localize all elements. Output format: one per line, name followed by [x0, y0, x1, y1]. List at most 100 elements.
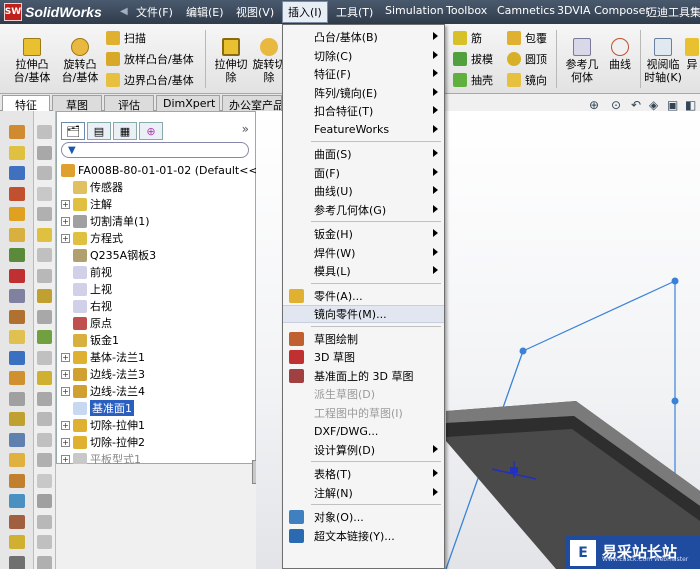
- expand-toggle-icon[interactable]: +: [61, 386, 70, 396]
- insert-menu-item[interactable]: 钣金(H): [283, 225, 444, 243]
- insert-menu-item[interactable]: 凸台/基体(B): [283, 28, 444, 46]
- tree-node[interactable]: + 方程式: [61, 230, 123, 246]
- insert-menu-item[interactable]: 扣合特征(T): [283, 102, 444, 120]
- insert-menu-item[interactable]: 切除(C): [283, 47, 444, 65]
- loft-button[interactable]: 放样凸台/基体: [106, 51, 194, 67]
- menu-insert[interactable]: 插入(I): [282, 1, 328, 23]
- tool-icon[interactable]: [9, 514, 25, 529]
- insert-menu-item[interactable]: 面(F): [283, 164, 444, 182]
- tool-icon[interactable]: [9, 432, 25, 447]
- reference-geometry-button[interactable]: 参考几 何体: [561, 38, 603, 84]
- insert-menu-item[interactable]: 注解(N): [283, 484, 444, 502]
- insert-menu-item[interactable]: 焊件(W): [283, 244, 444, 262]
- tree-node[interactable]: + 切割清单(1): [61, 213, 150, 229]
- tool-icon[interactable]: [37, 166, 52, 180]
- tool-icon[interactable]: [37, 453, 52, 467]
- dimxpert-manager-tab-icon[interactable]: ⊕: [139, 122, 163, 140]
- tree-node[interactable]: 原点: [61, 315, 112, 331]
- instant3d-button[interactable]: 视阅临 时轴(K): [644, 38, 682, 84]
- zoom-area-icon[interactable]: ⊙: [611, 98, 621, 112]
- display-style-icon[interactable]: ◧: [685, 98, 696, 112]
- tool-icon[interactable]: [37, 473, 52, 488]
- plane-handle[interactable]: [519, 347, 527, 355]
- menu-tools[interactable]: 工具(T): [336, 4, 373, 20]
- section-view-icon[interactable]: ◈: [649, 98, 658, 112]
- curves-button[interactable]: 曲线: [605, 38, 635, 71]
- tool-icon[interactable]: [9, 412, 25, 426]
- tool-icon[interactable]: [9, 555, 25, 569]
- tool-icon[interactable]: [37, 248, 52, 262]
- tool-icon[interactable]: [9, 268, 25, 283]
- expand-toggle-icon[interactable]: +: [61, 233, 70, 243]
- tree-node[interactable]: Q235A钢板3: [61, 247, 156, 263]
- insert-menu-item[interactable]: 工程图中的草图(I): [283, 404, 444, 422]
- feature-manager-tab-icon[interactable]: 🗂: [61, 122, 85, 140]
- insert-menu-item[interactable]: 特征(F): [283, 65, 444, 83]
- tool-icon[interactable]: [37, 371, 52, 385]
- tool-icon[interactable]: [37, 289, 52, 303]
- menu-view[interactable]: 视图(V): [236, 4, 274, 20]
- tree-node[interactable]: + 边线-法兰3: [61, 366, 145, 382]
- tool-icon[interactable]: [9, 473, 25, 488]
- tool-icon[interactable]: [9, 145, 25, 160]
- more-button[interactable]: 异: [684, 38, 700, 71]
- tool-icon[interactable]: [9, 186, 25, 201]
- plane-handle[interactable]: [671, 397, 679, 405]
- tab-evaluate[interactable]: 评估: [104, 95, 154, 112]
- mirror-button[interactable]: 镜向: [507, 72, 547, 88]
- insert-menu-item[interactable]: 曲线(U): [283, 182, 444, 200]
- tab-features[interactable]: 特征: [2, 95, 50, 112]
- revolve-cut-button[interactable]: 旋转切 除: [252, 38, 286, 84]
- tool-icon[interactable]: [37, 535, 52, 549]
- tool-icon[interactable]: [9, 248, 25, 262]
- revolve-boss-button[interactable]: 旋转凸 台/基体: [58, 38, 102, 84]
- tool-icon[interactable]: [37, 494, 52, 508]
- tool-icon[interactable]: [9, 391, 25, 406]
- tree-node[interactable]: + 切除-拉伸2: [61, 434, 145, 450]
- tree-node[interactable]: + 边线-法兰4: [61, 383, 145, 399]
- tab-office-products[interactable]: 办公室产品: [222, 95, 282, 111]
- insert-menu-item[interactable]: DXF/DWG...: [283, 422, 444, 440]
- tool-icon[interactable]: [9, 309, 25, 324]
- tool-icon[interactable]: [9, 227, 25, 242]
- origin-icon[interactable]: [510, 467, 518, 473]
- tree-node[interactable]: 右视: [61, 298, 112, 314]
- insert-menu-item[interactable]: 对象(O)...: [283, 508, 444, 526]
- insert-menu-item[interactable]: 3D 草图: [283, 348, 444, 366]
- extrude-cut-button[interactable]: 拉伸切 除: [210, 38, 252, 84]
- tool-icon[interactable]: [37, 145, 52, 160]
- tab-sketch[interactable]: 草图: [52, 95, 102, 112]
- tool-icon[interactable]: [37, 432, 52, 447]
- tool-icon[interactable]: [37, 391, 52, 406]
- tree-node[interactable]: 钣金1: [61, 332, 119, 348]
- extrude-boss-button[interactable]: 拉伸凸 台/基体: [8, 38, 56, 84]
- tool-icon[interactable]: [37, 555, 52, 569]
- tree-node[interactable]: 前视: [61, 264, 112, 280]
- tool-icon[interactable]: [9, 125, 25, 139]
- expand-toggle-icon[interactable]: +: [61, 199, 70, 209]
- tree-node[interactable]: + 基体-法兰1: [61, 349, 145, 365]
- dome-button[interactable]: 圆顶: [507, 51, 547, 67]
- tool-icon[interactable]: [9, 494, 25, 508]
- menu-edit[interactable]: 编辑(E): [186, 4, 224, 20]
- expand-toggle-icon[interactable]: +: [61, 437, 70, 447]
- tree-node[interactable]: 基准面1: [61, 400, 134, 416]
- insert-menu-item[interactable]: 基准面上的 3D 草图: [283, 367, 444, 385]
- tool-icon[interactable]: [37, 514, 52, 529]
- tool-icon[interactable]: [9, 371, 25, 385]
- tool-icon[interactable]: [37, 309, 52, 324]
- expand-toggle-icon[interactable]: +: [61, 216, 70, 226]
- tool-icon[interactable]: [9, 350, 25, 365]
- insert-menu-item[interactable]: 草图绘制: [283, 330, 444, 348]
- insert-menu-item[interactable]: 零件(A)...: [283, 287, 444, 305]
- shell-button[interactable]: 抽壳: [453, 72, 493, 88]
- rib-button[interactable]: 筋: [453, 30, 482, 46]
- sweep-button[interactable]: 扫描: [106, 30, 146, 46]
- menu-camnetics[interactable]: Camnetics: [497, 4, 555, 17]
- expand-panel-icon[interactable]: »: [242, 122, 249, 136]
- menu-file[interactable]: 文件(F): [136, 4, 173, 20]
- tool-icon[interactable]: [9, 166, 25, 180]
- tool-icon[interactable]: [37, 227, 52, 242]
- menu-maidi-tools[interactable]: 迈迪工具集: [646, 4, 700, 20]
- insert-menu-item[interactable]: FeatureWorks: [283, 121, 444, 139]
